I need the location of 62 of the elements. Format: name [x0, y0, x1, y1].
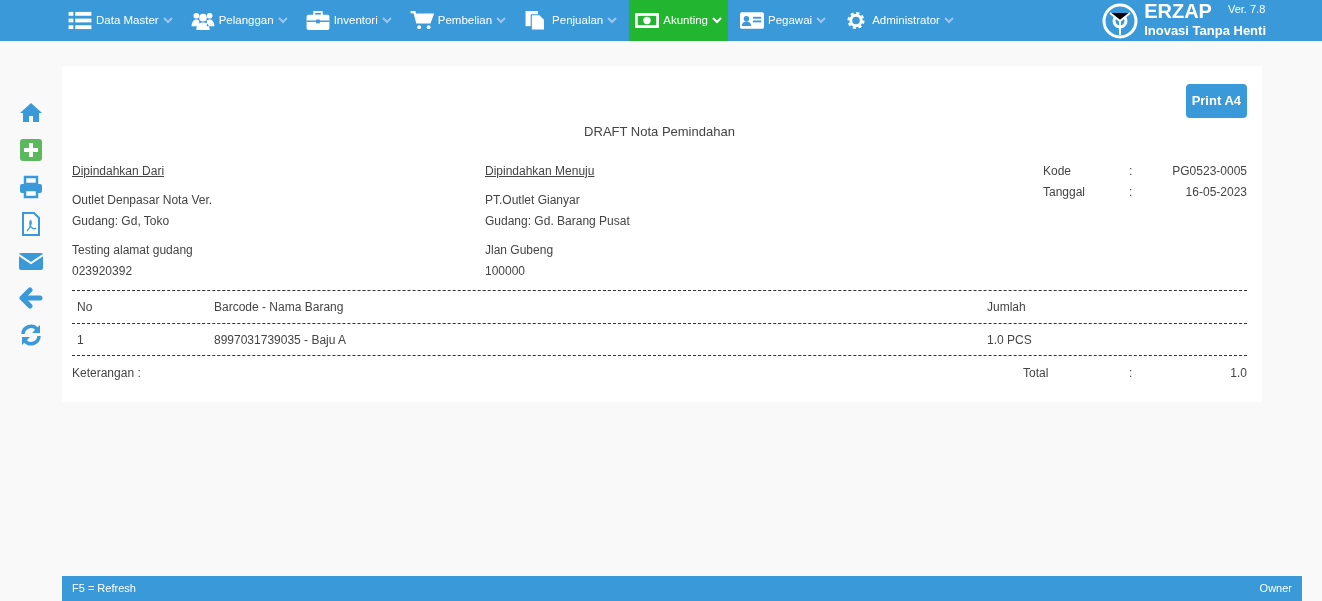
chevron-icon — [607, 17, 618, 24]
colon-text: : — [1129, 365, 1133, 382]
column-header: Barcode - Nama Barang — [214, 299, 345, 316]
total-value: 1.0 — [1229, 365, 1247, 382]
add-icon[interactable] — [19, 138, 43, 162]
info-value: 16-05-2023 — [1184, 184, 1247, 201]
chevron-icon — [162, 17, 173, 24]
column-header: Jumlah — [987, 299, 1026, 316]
party-name: PT.Outlet Gianyar — [485, 192, 581, 209]
info-value: PG0523-0005 — [1171, 163, 1247, 180]
menu-item[interactable]: Pembelian — [403, 0, 513, 41]
brand-name: ERZAP — [1144, 0, 1212, 21]
chevron-icon — [712, 17, 722, 24]
menu-item[interactable]: Akunting — [629, 0, 728, 41]
menu-item[interactable]: Penjualan — [518, 0, 624, 41]
party-name: Outlet Denpasar Nota Ver. — [72, 192, 214, 209]
phone-text: 023920392 — [72, 263, 134, 280]
list-icon — [68, 11, 92, 30]
column-header: No — [77, 299, 94, 316]
address-text: Jlan Gubeng — [485, 242, 555, 259]
chevron-icon — [816, 17, 827, 24]
back-arrow-icon[interactable] — [19, 286, 43, 310]
table-cell-text: 1 — [77, 331, 85, 349]
version-label: Ver. 7.8 — [1227, 1, 1266, 17]
chevron-icon — [381, 17, 392, 24]
home-icon[interactable] — [19, 101, 43, 125]
shortcut-hint: F5 = Refresh — [72, 581, 136, 597]
briefcase-icon — [305, 11, 330, 30]
menu-item[interactable]: Data Master — [62, 0, 179, 41]
users-icon — [190, 11, 215, 30]
id-card-icon — [740, 11, 764, 30]
colon-text: : — [1129, 163, 1133, 180]
total-label: Total — [1023, 365, 1050, 382]
info-label: Kode — [1043, 163, 1073, 180]
brand-tagline: Inovasi Tanpa Henti — [1144, 21, 1266, 40]
table-cell-text: 1.0 PCS — [987, 331, 1032, 349]
colon-text: : — [1129, 184, 1133, 201]
logo-icon — [1102, 2, 1139, 39]
note-label: Keterangan : — [72, 365, 142, 382]
print-icon[interactable] — [19, 175, 43, 199]
warehouse-text: Gudang: Gd, Toko — [72, 213, 171, 230]
user-role: Owner — [1259, 581, 1292, 597]
menu-item[interactable]: Inventori — [299, 0, 398, 41]
pdf-file-icon[interactable] — [19, 212, 43, 236]
phone-text: 100000 — [485, 263, 527, 280]
table-cell-text: 8997031739035 - Baju A — [214, 331, 348, 349]
section-heading: Dipindahkan Menuju — [485, 163, 596, 180]
warehouse-text: Gudang: Gd. Barang Pusat — [485, 213, 631, 230]
menu-item[interactable]: Administrator — [838, 0, 960, 41]
chevron-icon — [943, 17, 954, 24]
document-title: DRAFT Nota Pemindahan — [583, 122, 736, 141]
cart-icon — [409, 11, 434, 30]
info-label: Tanggal — [1043, 184, 1087, 201]
banknote-icon — [635, 11, 660, 30]
menu-item[interactable]: Pelanggan — [184, 0, 294, 41]
address-text: Testing alamat gudang — [72, 242, 194, 259]
chevron-icon — [277, 17, 288, 24]
print-a4-button[interactable]: Print A4 — [1185, 84, 1247, 118]
chevron-icon — [496, 17, 507, 24]
refresh-icon[interactable] — [19, 323, 43, 347]
section-heading: Dipindahkan Dari — [72, 163, 166, 180]
menu-item[interactable]: Pegawai — [734, 0, 833, 41]
